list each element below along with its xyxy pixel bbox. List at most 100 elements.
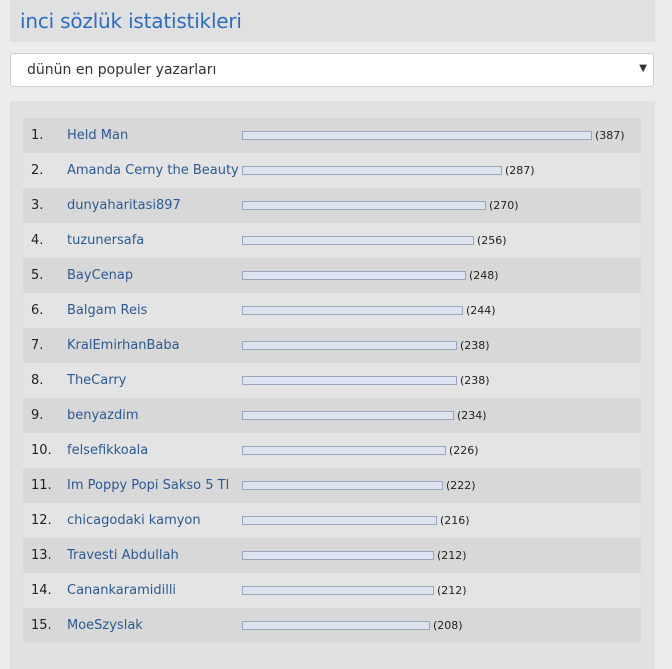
author-cell: MoeSzyslak [65,608,242,643]
author-link[interactable]: Travesti Abdullah [67,548,179,563]
stats-panel: 1. Held Man (387) 2. Amanda Cerny the Beauty… [10,101,655,669]
author-link[interactable]: Im Poppy Popi Sakso 5 Tl [67,478,229,493]
entry-count-label: (287) [505,164,535,177]
bar-cell: (212) [242,573,641,608]
page-header: inci sözlük istatistikleri [10,0,655,42]
bar-cell: (248) [242,258,641,293]
entry-count-bar [242,131,592,140]
author-link[interactable]: felsefikkoala [67,443,148,458]
author-cell: Held Man [65,118,242,153]
bar-cell: (244) [242,293,641,328]
author-link[interactable]: Amanda Cerny the Beauty [67,163,239,178]
entry-count-bar [242,166,502,175]
bar-cell: (238) [242,328,641,363]
entry-count-bar [242,236,474,245]
author-link[interactable]: MoeSzyslak [67,618,143,633]
entry-count-bar [242,341,457,350]
author-link[interactable]: KralEmirhanBaba [67,338,180,353]
bar-cell: (270) [242,188,641,223]
author-cell: benyazdim [65,398,242,433]
page-title: inci sözlük istatistikleri [20,9,242,33]
entry-count-label: (248) [469,269,499,282]
author-link[interactable]: benyazdim [67,408,139,423]
table-row: 3. dunyaharitasi897 (270) [23,188,641,223]
entry-count-bar [242,411,454,420]
rank-number: 12. [31,513,52,528]
bar-cell: (387) [242,118,641,153]
entry-count-bar [242,271,466,280]
entry-count-bar [242,516,437,525]
table-row: 9. benyazdim (234) [23,398,641,433]
table-row: 10. felsefikkoala (226) [23,433,641,468]
bar-cell: (222) [242,468,641,503]
entry-count-bar [242,551,434,560]
author-link[interactable]: chicagodaki kamyon [67,513,201,528]
author-cell: felsefikkoala [65,433,242,468]
rank-number: 7. [31,338,44,353]
rank-number: 5. [31,268,44,283]
author-link[interactable]: Canankaramidilli [67,583,176,598]
author-cell: chicagodaki kamyon [65,503,242,538]
entry-count-label: (238) [460,374,490,387]
entry-count-bar [242,201,486,210]
table-row: 1. Held Man (387) [23,118,641,153]
author-cell: Amanda Cerny the Beauty [65,153,242,188]
stats-type-select[interactable]: dünün en populer yazarları ▼ [10,53,654,87]
rank-number: 3. [31,198,44,213]
bar-cell: (216) [242,503,641,538]
table-row: 8. TheCarry (238) [23,363,641,398]
entry-count-label: (226) [449,444,479,457]
author-cell: tuzunersafa [65,223,242,258]
table-row: 4. tuzunersafa (256) [23,223,641,258]
rank-number: 13. [31,548,52,563]
table-row: 11. Im Poppy Popi Sakso 5 Tl (222) [23,468,641,503]
author-link[interactable]: BayCenap [67,268,133,283]
table-row: 6. Balgam Reis (244) [23,293,641,328]
entry-count-label: (208) [433,619,463,632]
entry-count-label: (256) [477,234,507,247]
bar-cell: (256) [242,223,641,258]
author-cell: KralEmirhanBaba [65,328,242,363]
rank-number: 8. [31,373,44,388]
rank-number: 1. [31,128,44,143]
author-cell: dunyaharitasi897 [65,188,242,223]
rank-number: 9. [31,408,44,423]
author-link[interactable]: Balgam Reis [67,303,147,318]
bar-cell: (234) [242,398,641,433]
rank-number: 6. [31,303,44,318]
author-link[interactable]: Held Man [67,128,128,143]
entry-count-label: (216) [440,514,470,527]
author-cell: BayCenap [65,258,242,293]
entry-count-label: (222) [446,479,476,492]
table-row: 7. KralEmirhanBaba (238) [23,328,641,363]
table-row: 12. chicagodaki kamyon (216) [23,503,641,538]
author-link[interactable]: tuzunersafa [67,233,144,248]
author-link[interactable]: dunyaharitasi897 [67,198,181,213]
rank-number: 10. [31,443,52,458]
table-row: 2. Amanda Cerny the Beauty (287) [23,153,641,188]
entry-count-label: (234) [457,409,487,422]
entry-count-bar [242,621,430,630]
triangle-down-icon: ▼ [639,63,647,74]
stats-type-selected-value: dünün en populer yazarları [27,62,217,78]
entry-count-label: (244) [466,304,496,317]
author-cell: Im Poppy Popi Sakso 5 Tl [65,468,242,503]
author-cell: TheCarry [65,363,242,398]
rank-number: 11. [31,478,52,493]
entry-count-label: (270) [489,199,519,212]
rank-number: 2. [31,163,44,178]
author-cell: Travesti Abdullah [65,538,242,573]
rank-number: 14. [31,583,52,598]
entry-count-label: (212) [437,584,467,597]
entry-count-label: (238) [460,339,490,352]
entry-count-label: (212) [437,549,467,562]
bar-cell: (238) [242,363,641,398]
author-leaderboard: 1. Held Man (387) 2. Amanda Cerny the Beauty… [23,118,641,643]
author-link[interactable]: TheCarry [67,373,126,388]
entry-count-bar [242,586,434,595]
author-cell: Canankaramidilli [65,573,242,608]
table-row: 14. Canankaramidilli (212) [23,573,641,608]
entry-count-bar [242,376,457,385]
entry-count-bar [242,306,463,315]
entry-count-bar [242,446,446,455]
